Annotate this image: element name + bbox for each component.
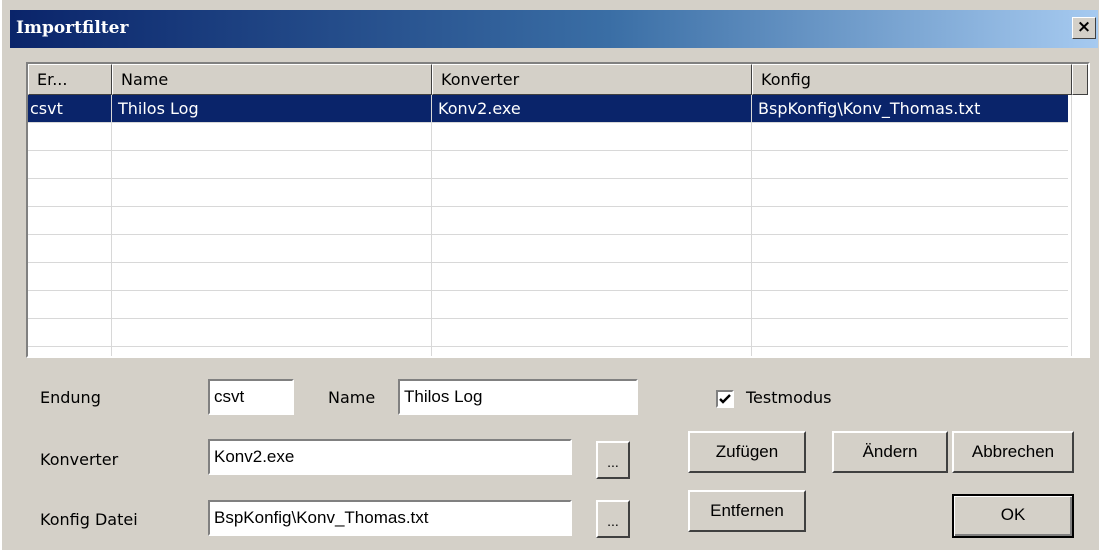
change-button[interactable]: Ändern (832, 431, 948, 473)
grid-line (1071, 95, 1072, 356)
column-header-config[interactable]: Konfig (752, 64, 1072, 95)
konfig-browse-button[interactable]: ... (596, 500, 630, 538)
column-header-filler (1072, 64, 1088, 95)
list-header: Er... Name Konverter Konfig (28, 64, 1088, 95)
empty-row (28, 207, 1068, 235)
konfig-datei-label: Konfig Datei (40, 510, 138, 529)
window-title: Importfilter (16, 18, 129, 38)
ok-button[interactable]: OK (952, 494, 1074, 538)
empty-row (28, 291, 1068, 319)
checkmark-icon (719, 394, 731, 404)
importfilter-dialog: Importfilter × Er... Name Konverter Konf… (0, 0, 1099, 550)
konfig-input[interactable]: BspKonfig\Konv_Thomas.txt (208, 500, 572, 536)
close-button[interactable]: × (1072, 17, 1096, 39)
cell-converter: Konv2.exe (432, 95, 752, 123)
konverter-input[interactable]: Konv2.exe (208, 439, 572, 475)
cell-config: BspKonfig\Konv_Thomas.txt (758, 99, 981, 118)
name-input[interactable]: Thilos Log (398, 379, 638, 415)
empty-row (28, 179, 1068, 207)
cell-extension: csvt (28, 95, 112, 123)
column-header-name[interactable]: Name (112, 64, 432, 95)
empty-row (28, 235, 1068, 263)
endung-input[interactable]: csvt (208, 379, 294, 415)
konverter-label: Konverter (40, 450, 119, 469)
endung-label: Endung (40, 388, 101, 407)
testmodus-checkbox[interactable] (716, 390, 734, 408)
cancel-button[interactable]: Abbrechen (952, 431, 1074, 473)
testmodus-label: Testmodus (746, 388, 832, 407)
remove-button[interactable]: Entfernen (688, 490, 806, 532)
close-icon: × (1076, 17, 1092, 37)
add-button[interactable]: Zufügen (688, 431, 806, 473)
name-label: Name (328, 388, 376, 407)
empty-row (28, 151, 1068, 179)
konverter-browse-button[interactable]: ... (596, 441, 630, 479)
cell-name: Thilos Log (112, 95, 432, 123)
filter-list[interactable]: Er... Name Konverter Konfig csvt Thilos … (26, 62, 1090, 358)
title-bar[interactable]: Importfilter × (10, 10, 1098, 48)
column-header-extension[interactable]: Er... (28, 64, 112, 95)
empty-row (28, 263, 1068, 291)
column-header-converter[interactable]: Konverter (432, 64, 752, 95)
table-row[interactable]: csvt Thilos Log Konv2.exe BspKonfig\Konv… (28, 95, 1068, 123)
empty-row (28, 319, 1068, 347)
empty-row (28, 123, 1068, 151)
